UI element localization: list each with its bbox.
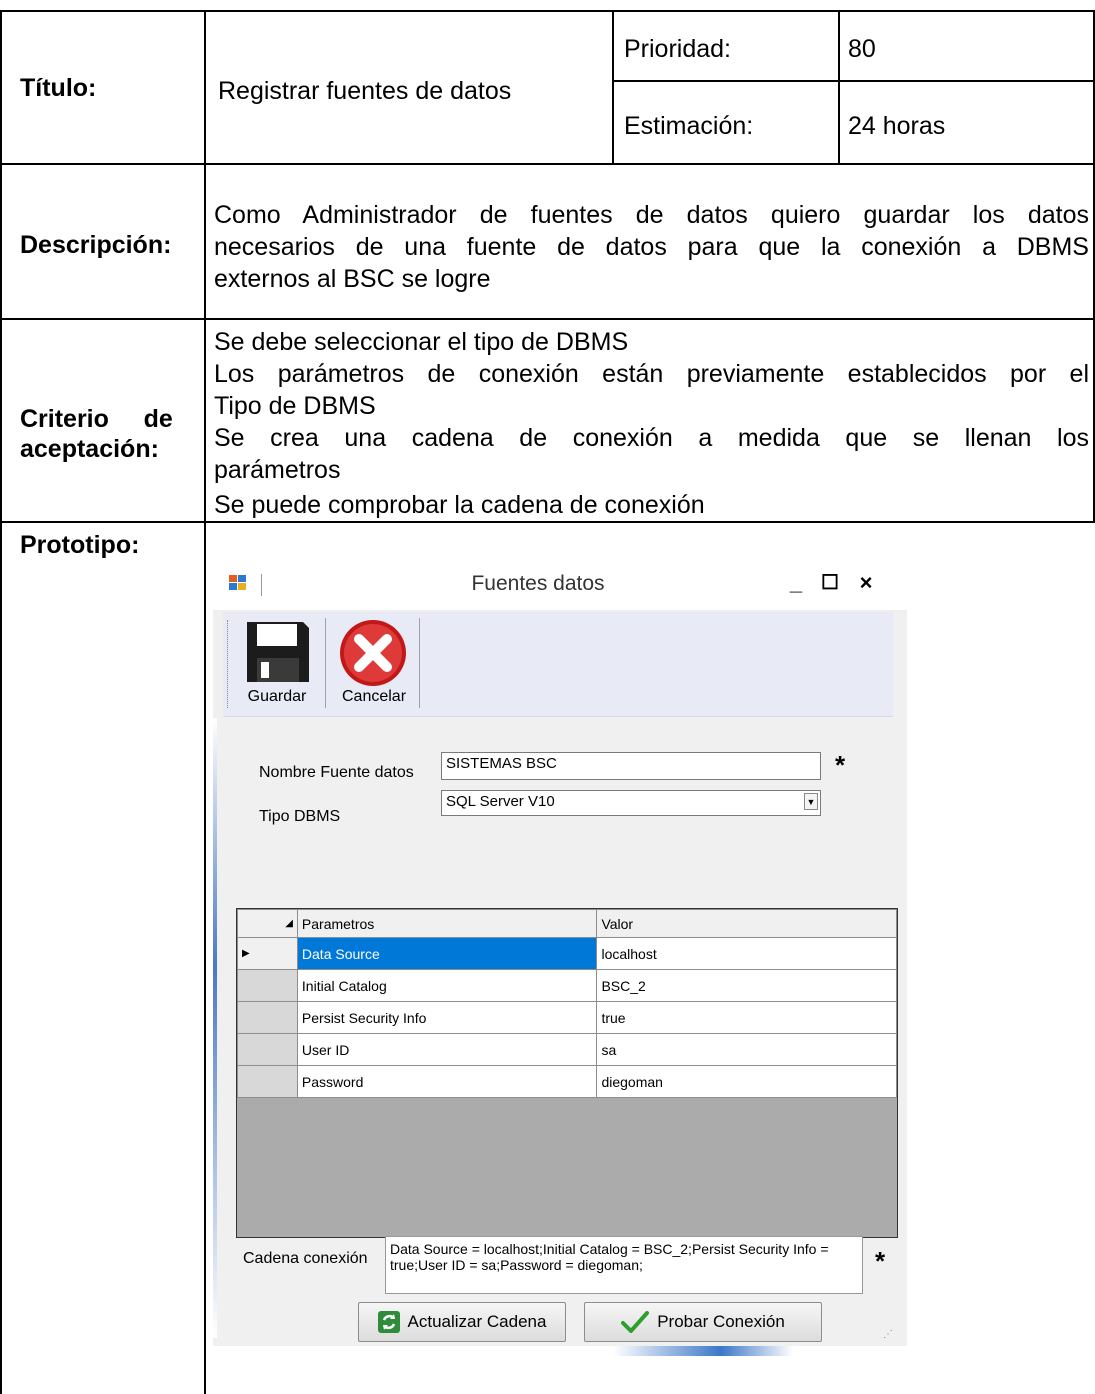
descripcion-label: Descripción: xyxy=(20,231,172,259)
param-cell[interactable]: Initial Catalog xyxy=(296,969,598,1002)
grid-corner-triangle-icon[interactable]: ◢ xyxy=(237,909,298,938)
actualizar-cadena-button[interactable]: Actualizar Cadena xyxy=(358,1302,566,1342)
save-label: Guardar xyxy=(247,688,307,705)
param-cell[interactable]: Data Source xyxy=(296,937,598,970)
criterio-label: Criterio de xyxy=(20,405,173,433)
row-header[interactable] xyxy=(237,1001,298,1034)
resize-grip-icon[interactable]: ⋰ xyxy=(883,1329,893,1340)
table-border-top xyxy=(0,10,1095,12)
table-divider-criterio xyxy=(0,521,1095,523)
tipo-dbms-label: Tipo DBMS xyxy=(259,808,341,825)
window-bottom-swoosh xyxy=(613,1346,793,1356)
checkmark-icon xyxy=(621,1311,650,1333)
nombre-required-mark: * xyxy=(835,750,846,780)
row-pointer-icon[interactable]: ▶ xyxy=(237,937,298,970)
close-button[interactable]: × xyxy=(854,570,878,596)
titulo-value: Registrar fuentes de datos xyxy=(218,77,512,105)
value-cell[interactable]: localhost xyxy=(596,937,897,970)
actualizar-cadena-label: Actualizar Cadena xyxy=(407,1312,547,1331)
grid-header-row: ◢ Parametros Valor xyxy=(237,909,897,938)
titlebar-separator xyxy=(261,574,262,596)
probar-conexion-button[interactable]: Probar Conexión xyxy=(584,1302,822,1342)
row-header[interactable] xyxy=(237,969,298,1002)
criterio-line: Se debe seleccionar el tipo de DBMS xyxy=(214,328,629,356)
cadena-required-mark: * xyxy=(875,1246,886,1276)
cancel-button[interactable]: Cancelar xyxy=(329,616,419,712)
window-title: Fuentes datos xyxy=(471,572,605,595)
table-divider-prioridad xyxy=(612,80,1095,82)
param-cell[interactable]: User ID xyxy=(296,1033,598,1066)
row-header[interactable] xyxy=(237,1065,298,1098)
table-row[interactable]: ▶ Data Source localhost xyxy=(237,937,897,970)
chevron-down-icon[interactable]: ▼ xyxy=(804,793,818,810)
toolbar-separator xyxy=(325,618,326,708)
descripcion-line: Como Administrador de fuentes de datos q… xyxy=(214,201,1089,229)
table-row[interactable]: Initial Catalog BSC_2 xyxy=(237,969,897,1002)
param-cell[interactable]: Password xyxy=(296,1065,598,1098)
toolbar-separator xyxy=(419,618,420,708)
nombre-label: Nombre Fuente datos xyxy=(259,764,414,781)
table-border-left xyxy=(0,10,2,1394)
criterio-line: Los parámetros de conexión están previam… xyxy=(214,360,1089,388)
maximize-button[interactable]: ☐ xyxy=(818,570,842,596)
minimize-button[interactable]: _ xyxy=(784,570,808,596)
prioridad-label: Prioridad: xyxy=(624,35,731,63)
titulo-label: Título: xyxy=(20,74,97,102)
column-header-parametros[interactable]: Parametros xyxy=(296,909,598,938)
table-col-divider xyxy=(204,10,206,1394)
tipo-dbms-value: SQL Server V10 xyxy=(446,793,555,810)
tipo-dbms-select[interactable]: SQL Server V10 ▼ xyxy=(441,790,821,816)
cancel-x-icon xyxy=(340,620,406,686)
cancel-label: Cancelar xyxy=(341,688,407,705)
descripcion-line: externos al BSC se logre xyxy=(214,265,491,293)
floppy-disk-icon xyxy=(247,622,309,682)
prototipo-label: Prototipo: xyxy=(20,531,140,559)
table-col-divider-valor xyxy=(838,10,840,164)
value-cell[interactable]: sa xyxy=(596,1033,897,1066)
nombre-input[interactable]: SISTEMAS BSC xyxy=(441,752,821,780)
descripcion-line: necesarios de una fuente de datos para q… xyxy=(214,233,1089,261)
table-divider-titulo xyxy=(0,163,1095,165)
estimacion-label: Estimación: xyxy=(624,112,754,140)
criterio-line: Tipo de DBMS xyxy=(214,392,376,420)
window-left-edge xyxy=(213,718,217,1338)
criterio-line: parámetros xyxy=(214,456,341,484)
app-icon[interactable] xyxy=(229,575,247,591)
criterio-label-2: aceptación: xyxy=(20,435,159,463)
window-top-strip xyxy=(213,528,907,561)
param-cell[interactable]: Persist Security Info xyxy=(296,1001,598,1034)
toolbar-grip xyxy=(227,620,229,708)
column-header-valor[interactable]: Valor xyxy=(596,909,897,938)
prioridad-value: 80 xyxy=(848,35,876,63)
row-header[interactable] xyxy=(237,1033,298,1066)
table-row[interactable]: Password diegoman xyxy=(237,1065,897,1098)
value-cell[interactable]: BSC_2 xyxy=(596,969,897,1002)
probar-conexion-label: Probar Conexión xyxy=(657,1312,785,1331)
criterio-line: Se puede comprobar la cadena de conexión xyxy=(214,491,705,519)
table-divider-descripcion xyxy=(0,318,1095,320)
table-col-divider-prioridad xyxy=(612,10,614,164)
table-row[interactable]: Persist Security Info true xyxy=(237,1001,897,1034)
window-bottom-edge xyxy=(213,1346,907,1356)
value-cell[interactable]: diegoman xyxy=(596,1065,897,1098)
save-button[interactable]: Guardar xyxy=(231,616,323,712)
table-row[interactable]: User ID sa xyxy=(237,1033,897,1066)
datasource-form: Nombre Fuente datos SISTEMAS BSC * Tipo … xyxy=(223,726,898,1306)
cadena-label: Cadena conexión xyxy=(243,1250,368,1267)
toolbar: Guardar Cancelar xyxy=(223,612,893,717)
fuentes-datos-window: Fuentes datos _ ☐ × Guardar Cancelar Nom… xyxy=(213,528,907,1356)
criterio-line: Se crea una cadena de conexión a medida … xyxy=(214,424,1089,452)
cadena-textarea[interactable]: Data Source = localhost;Initial Catalog … xyxy=(385,1236,863,1294)
parametros-grid: ◢ Parametros Valor ▶ Data Source localho… xyxy=(236,908,898,1238)
value-cell[interactable]: true xyxy=(596,1001,897,1034)
estimacion-value: 24 horas xyxy=(848,112,946,140)
refresh-icon xyxy=(377,1311,400,1333)
